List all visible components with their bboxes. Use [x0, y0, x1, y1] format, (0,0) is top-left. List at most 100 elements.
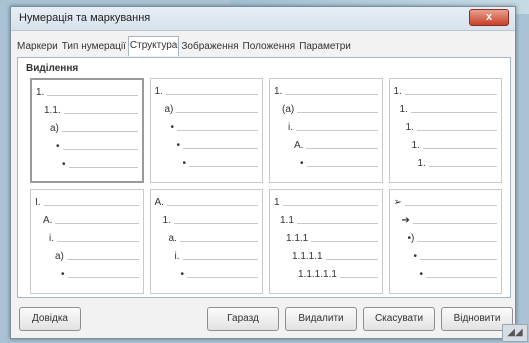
preset-cell[interactable]: 1. (a) i. A. • [269, 78, 383, 183]
preset-marker: 1. [393, 85, 405, 97]
tab-structure[interactable]: Структура [127, 36, 180, 56]
preset-rule [182, 258, 258, 260]
preset-line: 1. [36, 83, 138, 101]
preset-cell[interactable]: 1. a) • • • [149, 78, 263, 183]
preset-rule [325, 258, 378, 260]
tab-numbering-type[interactable]: Тип нумерації [60, 37, 128, 57]
preset-line: i. [35, 229, 139, 247]
preset-marker: 1. [417, 157, 429, 169]
preset-rule [179, 240, 258, 242]
preset-marker: a) [50, 122, 62, 134]
dialog-title: Нумерація та маркування [19, 12, 151, 24]
preset-marker: 1. [36, 86, 48, 98]
preset-rule [183, 147, 258, 149]
preset-rule [297, 111, 378, 113]
title-bar: Нумерація та маркування x [11, 7, 515, 31]
preset-marker: i. [174, 250, 183, 262]
preset-marker: • [61, 268, 68, 280]
preset-rule [306, 165, 378, 167]
preset-line: 1.1.1 [274, 229, 378, 247]
preset-cell[interactable]: I. A. i. a) • [30, 189, 144, 294]
preset-line: 1.1.1.1.1 [274, 265, 378, 283]
preset-cell[interactable]: A. 1. a. i. • [149, 189, 263, 294]
tab-image[interactable]: Зображення [179, 37, 240, 57]
preset-marker: • [182, 157, 190, 169]
cancel-button[interactable]: Скасувати [363, 307, 435, 331]
preset-rule [177, 129, 258, 131]
preset-rule [63, 112, 138, 114]
preset-rule [61, 130, 138, 132]
preset-cell[interactable]: 1. 1.1. a) • • [30, 78, 144, 183]
preset-rule [410, 111, 497, 113]
preset-marker: •) [407, 232, 418, 244]
preset-marker: 1.1.1.1.1 [298, 268, 340, 280]
preset-marker: 1.1.1 [286, 232, 312, 244]
preset-line: 1. [394, 100, 497, 118]
preset-rule [404, 93, 497, 95]
preset-marker: • [62, 158, 69, 170]
resize-grip-icon[interactable]: ◢◢ [502, 324, 528, 342]
preset-rule [296, 222, 378, 224]
preset-line: 1. [274, 82, 378, 100]
ok-button[interactable]: Гаразд [207, 307, 279, 331]
preset-line: 1.1. [36, 101, 138, 119]
help-button[interactable]: Довідка [19, 307, 81, 331]
preset-marker: • [413, 250, 421, 262]
preset-line: ➢ [393, 193, 497, 211]
preset-marker: • [176, 139, 184, 151]
preset-rule [296, 129, 378, 131]
preset-cell[interactable]: 1 1.1 1.1.1 1.1.1.1 1.1.1.1.1 [269, 189, 383, 294]
preset-rule [66, 258, 139, 260]
preset-rule [282, 204, 378, 206]
tab-parameters[interactable]: Параметри [297, 37, 353, 57]
preset-marker: 1. [405, 121, 417, 133]
preset-rule [173, 222, 258, 224]
preset-marker: a. [168, 232, 180, 244]
preset-line: • [394, 247, 497, 265]
preset-marker: 1. [162, 214, 174, 226]
preset-rule [404, 204, 497, 206]
preset-line: i. [155, 247, 258, 265]
numbering-dialog: Нумерація та маркування x Маркери Тип ну… [10, 6, 516, 339]
preset-marker: 1.1. [44, 104, 64, 116]
preset-marker: a) [164, 103, 177, 115]
preset-rule [62, 148, 138, 150]
preset-rule [417, 240, 497, 242]
close-button[interactable]: x [469, 9, 509, 26]
preset-line: • [36, 137, 138, 155]
preset-line: • [155, 136, 258, 154]
preset-rule [311, 240, 378, 242]
preset-line: 1. [155, 211, 258, 229]
preset-marker: i. [49, 232, 57, 244]
preset-line: 1. [393, 82, 497, 100]
preset-marker: (a) [282, 103, 298, 115]
preset-marker: a) [55, 250, 67, 262]
delete-button[interactable]: Видалити [285, 307, 357, 331]
preset-rule [189, 165, 258, 167]
preset-marker: • [419, 268, 427, 280]
preset-cell[interactable]: 1. 1. 1. 1. 1. [388, 78, 502, 183]
preset-line: ➔ [394, 211, 497, 229]
tab-position[interactable]: Положення [241, 37, 298, 57]
preset-marker: 1. [399, 103, 411, 115]
preset-rule [47, 94, 138, 96]
preset-line: a) [155, 100, 258, 118]
preset-line: 1. [394, 118, 497, 136]
preset-grid: 1. 1.1. a) • • 1. a) • • • 1. (a) i. A. • 1. 1. 1. 1. 1. I. A… [30, 78, 502, 294]
preset-line: • [155, 265, 258, 283]
preset-marker: i. [288, 121, 296, 133]
preset-rule [165, 93, 258, 95]
preset-line: 1. [394, 154, 497, 172]
preset-marker: ➢ [393, 196, 405, 208]
preset-marker: 1.1.1.1 [292, 250, 326, 262]
preset-marker: • [300, 157, 307, 169]
preset-marker: I. [35, 196, 44, 208]
preset-line: 1 [274, 193, 378, 211]
preset-marker: ➔ [401, 214, 413, 226]
preset-rule [339, 276, 378, 278]
preset-rule [306, 147, 378, 149]
preset-cell[interactable]: ➢ ➔ •) • • [388, 189, 502, 294]
tab-markers[interactable]: Маркери [15, 37, 60, 57]
preset-marker: 1. [154, 85, 166, 97]
preset-line: • [155, 154, 258, 172]
